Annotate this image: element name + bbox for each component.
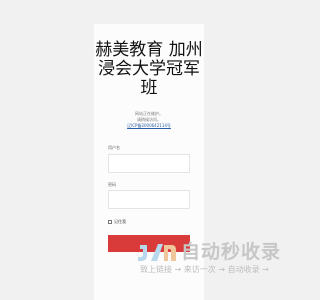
watermark-title: 自动秒收录 (181, 241, 282, 263)
password-label: 密码 (108, 182, 116, 187)
watermark: 自动秒收录 致上链接 → 来访一次 → 自动收录 → (136, 238, 294, 278)
page-title: 赫美教育 加州浸会大学冠军班 (95, 40, 203, 98)
remember-checkbox[interactable] (108, 220, 112, 224)
remember-me[interactable]: 记住我 (108, 219, 126, 225)
watermark-logo-icon (138, 244, 176, 261)
remember-label: 记住我 (114, 219, 126, 224)
password-input[interactable] (108, 190, 190, 209)
maintenance-notice: 网站正在维护。 请稍候访问。 辽ICP备2000642114号 (94, 111, 204, 129)
username-label: 用户名 (108, 145, 120, 150)
icp-link[interactable]: 辽ICP备2000642114号 (94, 123, 204, 129)
username-input[interactable] (108, 154, 190, 173)
watermark-subtitle: 致上链接 → 来访一次 → 自动收录 → (140, 265, 269, 274)
